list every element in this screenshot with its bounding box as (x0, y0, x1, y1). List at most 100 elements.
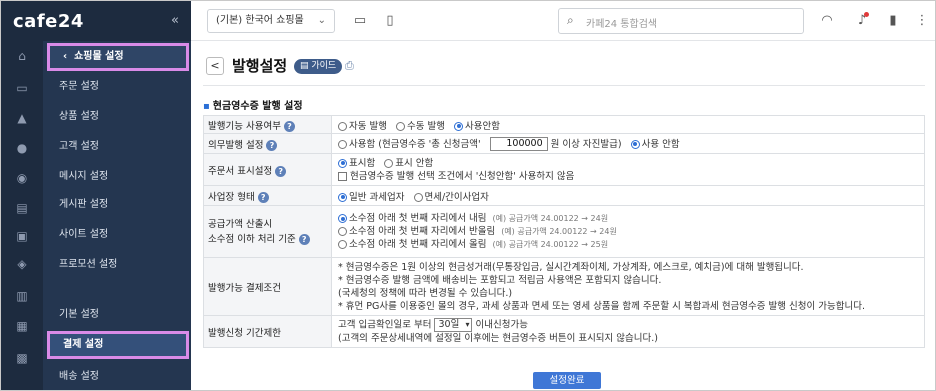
sidebar-item-shipping[interactable]: 배송 설정 (43, 363, 191, 390)
radio-icon (338, 240, 347, 249)
amount-input[interactable]: 100000 (489, 137, 548, 152)
section-title-text: 현금영수증 발행 설정 (212, 101, 303, 112)
checkbox-no-decline[interactable]: 현금영수증 발행 선택 조건에서 '신청안함' 사용하지 않음 (338, 170, 924, 183)
mobile-icon[interactable]: ▯ (381, 12, 399, 30)
radio-general-taxpayer[interactable]: 일반 과세업자 (338, 192, 404, 203)
home-icon[interactable]: ⌂ (14, 49, 30, 63)
sidebar-back-shop-settings[interactable]: ‹ 쇼핑몰 설정 (47, 43, 189, 71)
help-icon[interactable]: ? (257, 191, 269, 203)
radio-icon (454, 121, 464, 131)
guide-icon: ▤ (300, 61, 312, 71)
notification-dot (864, 12, 869, 17)
sidebar-item-site[interactable]: 사이트 설정 (43, 221, 191, 249)
condition-line: (국세청의 정책에 따라 변경될 수 있습니다.) (338, 287, 513, 299)
help-icon[interactable]: ? (275, 165, 287, 177)
radio-icon (338, 139, 347, 149)
user-icon[interactable]: ● (14, 141, 30, 155)
row5-label2: 소수점 이하 처리 기준 (208, 234, 296, 245)
opt-label: 자동 발행 (349, 120, 387, 132)
radio-manual-issue[interactable]: 수동 발행 (396, 121, 445, 132)
radio-icon (630, 139, 640, 149)
period-line: 고객 입금확인일로 부터 30일 ▾ 이내신청가능 (338, 318, 924, 332)
opt-label: 사용안함 (465, 120, 500, 132)
help-icon[interactable]: ? (298, 234, 310, 245)
example-text: (예) 공급가액 24.00122 → 24원 (492, 214, 609, 223)
sidebar-item-payment[interactable]: 결제 설정 (47, 331, 189, 359)
submit-button[interactable]: 설정완료 (533, 372, 601, 389)
radio-mandatory-off[interactable]: 사용 안함 (630, 138, 680, 150)
app-window: ⌂ ▭ ▲ ● ◉ ▤ ▣ ◈ ▥ ▦ ▩ ‹ 쇼핑몰 설정 주문 설정 상품 … (0, 0, 936, 391)
radio-icon (338, 192, 347, 202)
sidebar-item-promotion[interactable]: 프로모션 설정 (43, 251, 191, 279)
print-icon[interactable]: ⎙ (345, 59, 354, 73)
radio-round-half[interactable]: 소수점 아래 첫 번째 자리에서 반올림 (예) 공급가액 24.00122 → … (338, 225, 924, 238)
radio-not-used[interactable]: 사용안함 (454, 121, 500, 132)
condition-line: * 현금영수증 발행 금액에 배송비는 포함되고 적립금 사용액은 포함되지 않… (338, 274, 662, 286)
sidebar-item-product[interactable]: 상품 설정 (43, 103, 191, 131)
store-icon[interactable]: ▩ (14, 351, 30, 365)
headset-icon[interactable]: ◠ (818, 12, 836, 30)
chat-icon[interactable]: ◉ (14, 171, 30, 185)
sidebar-item-order[interactable]: 주문 설정 (43, 73, 191, 101)
sidebar-item-basic[interactable]: 기본 설정 (43, 301, 191, 329)
radio-round-up[interactable]: 소수점 아래 첫 번째 자리에서 올림 (예) 공급가액 24.00122 → 2… (338, 238, 924, 251)
doc-icon[interactable]: ▦ (14, 319, 30, 333)
row7-label: 발행신청 기간제한 (208, 327, 281, 339)
search-box[interactable]: ⌕ 카페24 통합검색 (558, 8, 804, 34)
row-label: 공급가액 산출시 소수점 이하 처리 기준? (203, 205, 332, 258)
shop-select-value: (기본) 한국어 쇼핑몰 (216, 15, 304, 26)
sidebar-back-label: 쇼핑몰 설정 (74, 51, 124, 62)
period-select[interactable]: 30일 ▾ (434, 318, 473, 332)
radio-icon (338, 158, 347, 168)
row-label: 발행가능 결제조건 (203, 257, 332, 316)
guide-button[interactable]: ▤ 가이드 (294, 59, 343, 74)
title-divider (203, 85, 925, 86)
sidebar: ‹ 쇼핑몰 설정 주문 설정 상품 설정 고객 설정 메시지 설정 게시판 설정… (43, 1, 191, 390)
row-value: 일반 과세업자 면세/간이사업자 (331, 185, 925, 206)
checkbox-label: 현금영수증 발행 선택 조건에서 '신청안함' 사용하지 않음 (350, 170, 575, 182)
example-text: (예) 공급가액 24.00122 → 24원 (501, 227, 617, 236)
bookmark-icon[interactable]: ▮ (884, 12, 902, 30)
row-mandatory: 의무발행 설정? 사용함 (현금영수증 '총 신청금액' 100000 원 이상… (203, 133, 925, 154)
shop-select[interactable]: (기본) 한국어 쇼핑몰 ⌄ (207, 9, 335, 33)
more-icon[interactable]: ⋮ (913, 12, 931, 30)
cafe24-logo[interactable]: cafe24 (13, 11, 84, 32)
search-icon: ⌕ (567, 13, 574, 27)
radio-exempt-taxpayer[interactable]: 면세/간이사업자 (413, 192, 489, 203)
row6-label: 발행가능 결제조건 (208, 282, 281, 294)
chart-icon[interactable]: ▥ (14, 289, 30, 303)
cart-icon[interactable]: ▭ (14, 81, 30, 95)
icon-rail: ⌂ ▭ ▲ ● ◉ ▤ ▣ ◈ ▥ ▦ ▩ (1, 1, 43, 390)
row-label: 발행기능 사용여부? (203, 115, 332, 134)
row-label: 발행신청 기간제한 (203, 315, 332, 348)
radio-display-on[interactable]: 표시함 (338, 158, 375, 169)
opt-label: 사용함 (현금영수증 '총 신청금액' (349, 138, 481, 150)
collapse-sidebar-icon[interactable]: « (171, 13, 179, 28)
logo-area: cafe24 « (1, 1, 191, 41)
radio-auto-issue[interactable]: 자동 발행 (338, 121, 387, 132)
back-button[interactable]: < (206, 57, 224, 75)
radio-round-down[interactable]: 소수점 아래 첫 번째 자리에서 내림 (예) 공급가액 24.00122 → 2… (338, 212, 924, 225)
search-input[interactable]: 카페24 통합검색 (586, 15, 657, 30)
opt-label: 사용 안함 (641, 138, 680, 150)
radio-icon (338, 227, 347, 236)
help-icon[interactable]: ? (283, 120, 295, 132)
settings-form: 발행기능 사용여부? 자동 발행 수동 발행 사용안함 의무발행 설정? 사용함… (203, 115, 925, 348)
help-icon[interactable]: ? (266, 139, 278, 151)
section-title: ▪ 현금영수증 발행 설정 (203, 97, 303, 112)
desktop-icon[interactable]: ▭ (351, 12, 369, 30)
radio-mandatory-use[interactable]: 사용함 (현금영수증 '총 신청금액' (338, 139, 481, 150)
page-title: 발행설정 (232, 57, 288, 75)
gift-icon[interactable]: ◈ (14, 257, 30, 271)
shirt-icon[interactable]: ▲ (14, 111, 30, 125)
row-order-display: 주문서 표시설정? 표시함 표시 안함 현금영수증 발행 선택 조건에서 '신청… (203, 153, 925, 186)
sidebar-item-message[interactable]: 메시지 설정 (43, 163, 191, 191)
radio-display-off[interactable]: 표시 안함 (384, 158, 433, 169)
period-note: (고객의 주문상세내역에 설정일 이후에는 현금영수증 버튼이 표시되지 않습니… (338, 333, 658, 344)
sidebar-item-board[interactable]: 게시판 설정 (43, 191, 191, 219)
monitor-icon[interactable]: ▣ (14, 229, 30, 243)
board-icon[interactable]: ▤ (14, 201, 30, 215)
period-suffix: 이내신청가능 (475, 319, 528, 331)
sidebar-item-customer[interactable]: 고객 설정 (43, 133, 191, 161)
row-label: 의무발행 설정? (203, 133, 332, 154)
